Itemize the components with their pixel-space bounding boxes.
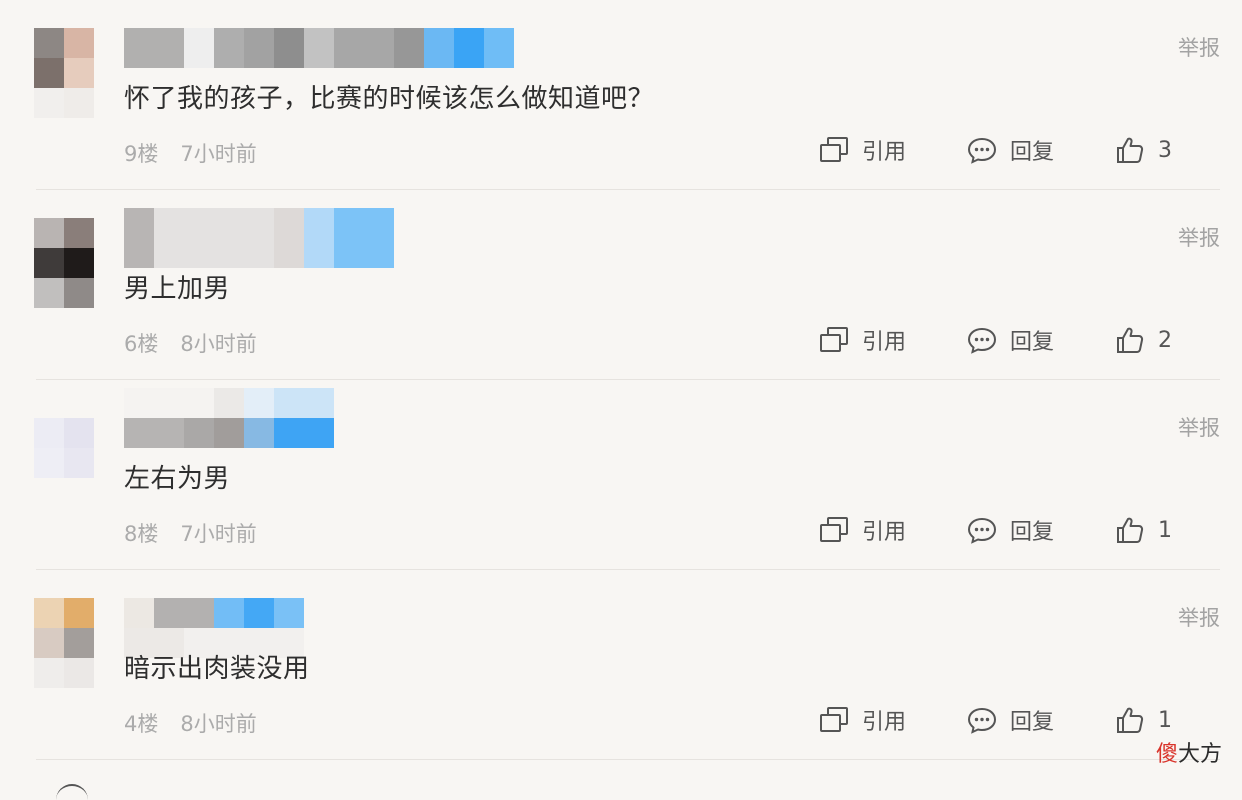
like-count: 1 — [1158, 707, 1172, 733]
reply-button[interactable]: 回复 — [966, 132, 1054, 168]
reply-button[interactable]: 回复 — [966, 702, 1054, 738]
thumbs-up-icon — [1114, 325, 1146, 355]
quote-icon — [818, 325, 850, 355]
quote-icon — [818, 135, 850, 165]
quote-label: 引用 — [862, 710, 907, 735]
like-count: 2 — [1158, 327, 1172, 353]
quote-icon — [818, 515, 850, 545]
reply-label: 回复 — [1010, 140, 1055, 165]
quote-button[interactable]: 引用 — [818, 512, 906, 548]
reply-bubble-icon — [966, 515, 998, 545]
like-button[interactable]: 2 — [1114, 322, 1172, 358]
quote-icon — [818, 705, 850, 735]
next-comment-avatar — [56, 784, 88, 800]
like-button[interactable]: 1 — [1114, 702, 1172, 738]
username-blurred[interactable] — [124, 388, 334, 448]
reply-label: 回复 — [1010, 330, 1055, 355]
avatar[interactable] — [34, 598, 94, 688]
report-link[interactable]: 举报 — [1178, 412, 1220, 442]
reply-bubble-icon — [966, 135, 998, 165]
like-button[interactable]: 3 — [1114, 132, 1172, 168]
username-blurred[interactable] — [124, 208, 394, 268]
avatar[interactable] — [34, 218, 94, 308]
quote-label: 引用 — [862, 520, 907, 545]
quote-label: 引用 — [862, 140, 907, 165]
reply-bubble-icon — [966, 705, 998, 735]
report-link[interactable]: 举报 — [1178, 32, 1220, 62]
quote-button[interactable]: 引用 — [818, 322, 906, 358]
reply-bubble-icon — [966, 325, 998, 355]
reply-label: 回复 — [1010, 710, 1055, 735]
thumbs-up-icon — [1114, 515, 1146, 545]
quote-button[interactable]: 引用 — [818, 132, 906, 168]
divider — [36, 759, 1220, 760]
comment-item: 举报 男上加男 6楼 8小时前 引用 回复 2 — [0, 190, 1242, 380]
comment-item: 举报 左右为男 8楼 7小时前 引用 回复 1 — [0, 380, 1242, 570]
comment-text: 男上加男 — [124, 274, 231, 304]
username-blurred[interactable] — [124, 28, 514, 68]
comment-text: 怀了我的孩子，比赛的时候该怎么做知道吧？ — [124, 84, 655, 114]
report-link[interactable]: 举报 — [1178, 222, 1220, 252]
report-link[interactable]: 举报 — [1178, 602, 1220, 632]
watermark-char: 傻 — [1155, 742, 1178, 767]
like-button[interactable]: 1 — [1114, 512, 1172, 548]
thumbs-up-icon — [1114, 705, 1146, 735]
comment-text: 左右为男 — [124, 464, 231, 494]
reply-button[interactable]: 回复 — [966, 512, 1054, 548]
comment-item: 举报 暗示出肉装没用 4楼 8小时前 引用 回复 1 — [0, 570, 1242, 760]
like-count: 3 — [1158, 137, 1172, 163]
watermark-text: 大方 — [1177, 742, 1222, 767]
quote-label: 引用 — [862, 330, 907, 355]
reply-label: 回复 — [1010, 520, 1055, 545]
avatar[interactable] — [34, 418, 94, 478]
watermark: 傻大方 — [1156, 736, 1222, 768]
quote-button[interactable]: 引用 — [818, 702, 906, 738]
like-count: 1 — [1158, 517, 1172, 543]
avatar[interactable] — [34, 28, 94, 118]
comment-item: 举报 怀了我的孩子，比赛的时候该怎么做知道吧？ 9楼 7小时前 引用 回复 3 — [0, 0, 1242, 190]
thumbs-up-icon — [1114, 135, 1146, 165]
reply-button[interactable]: 回复 — [966, 322, 1054, 358]
comment-text: 暗示出肉装没用 — [124, 654, 310, 684]
